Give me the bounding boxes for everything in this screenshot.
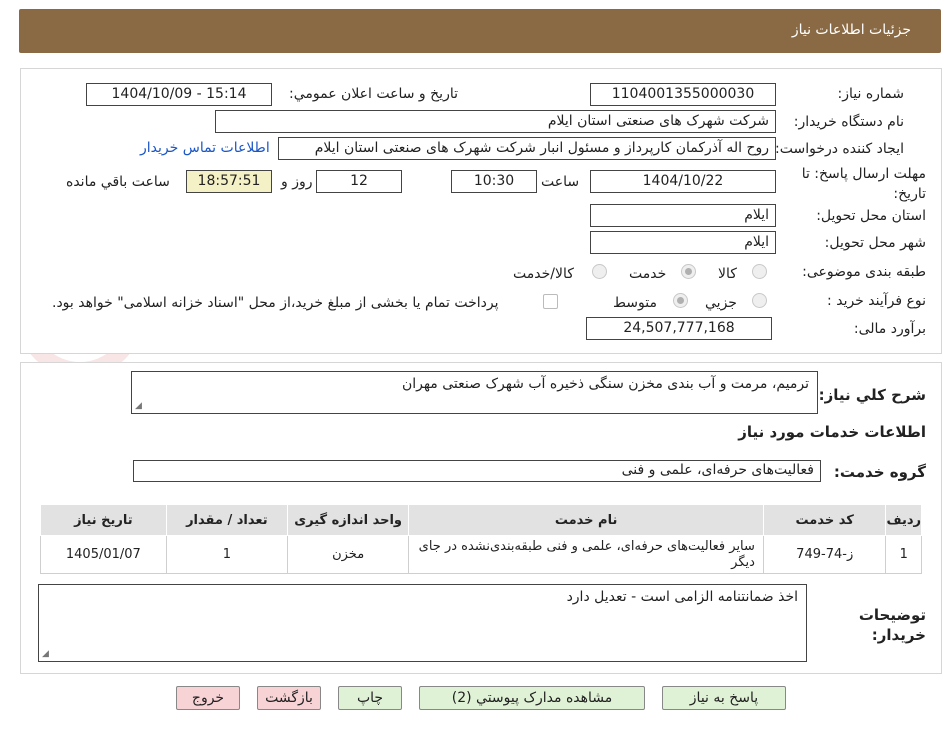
creator-label: ایجاد کننده درخواست:: [775, 141, 904, 157]
category-goods-service-radio[interactable]: [592, 264, 607, 279]
col-row-header: ردیف: [885, 504, 922, 536]
page-title: جزئیات اطلاعات نیاز: [791, 22, 911, 38]
process-medium-label: متوسط: [613, 295, 657, 311]
process-medium-radio[interactable]: [673, 293, 688, 308]
buyer-org-label: نام دستگاه خریدار:: [793, 114, 904, 130]
city-label: شهر محل تحویل:: [824, 235, 926, 251]
cell-code: ز-74-749: [762, 535, 887, 574]
need-number-field: 1104001355000030: [590, 83, 776, 106]
need-number-label: شماره نیاز:: [837, 86, 905, 102]
province-label: استان محل تحویل:: [816, 208, 926, 224]
category-service-label: خدمت: [629, 266, 667, 282]
services-heading: اطلاعات خدمات مورد نیاز: [738, 423, 926, 441]
cell-row: 1: [885, 535, 922, 574]
announce-label: تاریخ و ساعت اعلان عمومي:: [289, 86, 458, 102]
exit-button[interactable]: خروج: [176, 686, 240, 710]
days-field: 12: [316, 170, 402, 193]
process-partial-label: جزیي: [705, 295, 737, 311]
col-name-header: نام خدمت: [408, 504, 764, 536]
table-row: 1 ز-74-749 سایر فعالیت‌های حرفه‌ای، علمی…: [40, 535, 922, 574]
description-textarea[interactable]: ترمیم، مرمت و آب بندی مخزن سنگی ذخیره آب…: [131, 371, 818, 414]
description-text: ترمیم، مرمت و آب بندی مخزن سنگی ذخیره آب…: [401, 376, 809, 392]
category-service-radio[interactable]: [681, 264, 696, 279]
deadline-time-field: 10:30: [451, 170, 537, 193]
creator-field: روح اله آذرکمان کارپرداز و مسئول انبار ش…: [278, 137, 776, 160]
cell-date: 1405/01/07: [40, 535, 167, 574]
remaining-time-field: 18:57:51: [186, 170, 272, 193]
days-label: روز و: [281, 174, 313, 190]
buyer-notes-text: اخذ ضمانتنامه الزامی است - تعدیل دارد: [566, 589, 798, 605]
page-header: جزئیات اطلاعات نیاز: [19, 9, 941, 53]
resize-handle-icon[interactable]: ◢: [42, 649, 49, 659]
buyer-notes-label: توضیحات خریدار:: [858, 606, 926, 644]
budget-label: برآورد مالی:: [853, 321, 926, 337]
buyer-notes-textarea[interactable]: اخذ ضمانتنامه الزامی است - تعدیل دارد ◢: [38, 584, 807, 662]
cell-name: سایر فعالیت‌های حرفه‌ای، علمی و فنی طبقه…: [408, 535, 764, 574]
process-partial-radio[interactable]: [752, 293, 767, 308]
process-label: نوع فرآیند خرید :: [827, 293, 926, 309]
buyer-contact-link[interactable]: اطلاعات تماس خریدار: [140, 140, 270, 156]
cell-unit: مخزن: [286, 535, 410, 574]
description-label: شرح کلي نیاز:: [818, 386, 926, 404]
remaining-time-label: ساعت باقي مانده: [66, 174, 170, 190]
treasury-payment-checkbox[interactable]: [543, 294, 558, 309]
category-label: طبقه بندی موضوعی:: [802, 264, 926, 280]
table-header-row: ردیف کد خدمت نام خدمت واحد اندازه گیری ت…: [40, 504, 922, 536]
category-goods-service-label: کالا/خدمت: [513, 266, 574, 282]
col-code-header: کد خدمت: [762, 504, 887, 536]
col-unit-header: واحد اندازه گیری: [286, 504, 410, 536]
cell-qty: 1: [165, 535, 288, 574]
announce-field: 1404/10/09 - 15:14: [86, 83, 272, 106]
services-table: ردیف کد خدمت نام خدمت واحد اندازه گیری ت…: [40, 504, 922, 574]
category-goods-radio[interactable]: [752, 264, 767, 279]
deadline-date-field: 1404/10/22: [590, 170, 776, 193]
resize-handle-icon[interactable]: ◢: [135, 401, 142, 411]
service-group-label: گروه خدمت:: [833, 463, 926, 481]
treasury-payment-note: پرداخت تمام یا بخشی از مبلغ خرید،از محل …: [52, 295, 499, 311]
deadline-time-label: ساعت: [541, 174, 580, 190]
view-attachments-button[interactable]: مشاهده مدارک پیوستي (2): [419, 686, 645, 710]
col-date-header: تاریخ نیاز: [40, 504, 167, 536]
province-field: ایلام: [590, 204, 776, 227]
deadline-label: مهلت ارسال پاسخ: تا تاریخ:: [801, 166, 926, 202]
city-field: ایلام: [590, 231, 776, 254]
print-button[interactable]: چاپ: [338, 686, 402, 710]
budget-field: 24,507,777,168: [586, 317, 772, 340]
buyer-org-field: شرکت شهرک های صنعتی استان ایلام: [215, 110, 776, 133]
service-group-field: فعالیت‌های حرفه‌ای، علمی و فنی: [133, 460, 821, 482]
reply-button[interactable]: پاسخ به نیاز: [662, 686, 786, 710]
col-qty-header: تعداد / مقدار: [165, 504, 288, 536]
category-goods-label: کالا: [718, 266, 737, 282]
back-button[interactable]: بازگشت: [257, 686, 321, 710]
